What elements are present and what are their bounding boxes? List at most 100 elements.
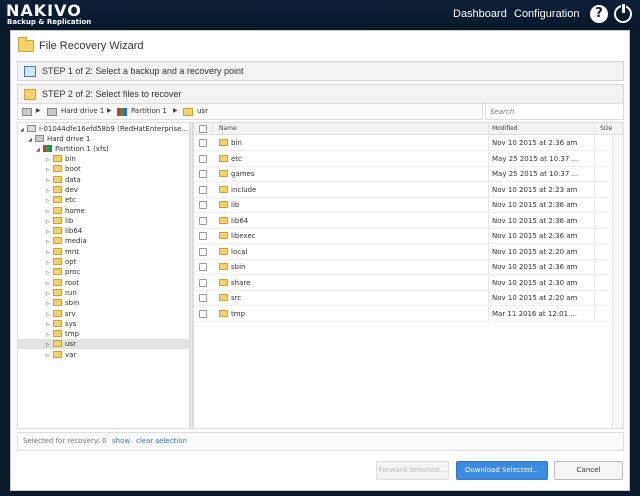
tree-folder-proc[interactable]: ▷ proc [18, 267, 189, 277]
row-checkbox[interactable] [199, 170, 207, 178]
folder-icon [53, 258, 62, 265]
file-name: etc [231, 154, 242, 163]
file-modified: Nov 10 2015 at 2:20 am [492, 294, 578, 302]
tree-folder-label: data [65, 175, 81, 184]
column-size[interactable]: Size [600, 125, 612, 132]
table-row[interactable]: sbin Nov 10 2015 at 2:36 am [194, 260, 623, 275]
table-row[interactable]: local Nov 10 2015 at 2:20 am [194, 244, 623, 260]
row-checkbox[interactable] [199, 294, 207, 302]
tree-folder-media[interactable]: ▷ media [18, 236, 189, 246]
dialog-title: File Recovery Wizard [39, 40, 144, 52]
search-input[interactable] [486, 104, 623, 119]
table-row[interactable]: lib64 Nov 10 2015 at 2:36 am [194, 213, 623, 229]
folder-icon [24, 89, 36, 100]
folder-icon [53, 216, 62, 224]
download-selected-button[interactable]: Download Selected... [456, 461, 548, 480]
tree-partition[interactable]: ◢ Partition 1 (xfs) [36, 144, 109, 154]
folder-icon [219, 247, 228, 255]
row-checkbox[interactable] [199, 185, 207, 194]
file-modified: Nov 10 2015 at 2:30 am [492, 278, 578, 287]
row-checkbox[interactable] [199, 263, 207, 271]
table-row[interactable]: etc May 25 2015 at 10:37 ... [194, 151, 623, 167]
file-modified: Nov 10 2015 at 2:36 am [492, 216, 578, 225]
tree-folder-sys[interactable]: ▷ sys [18, 319, 189, 329]
breadcrumb-item-hard-drive[interactable]: Hard drive 1 [61, 107, 104, 115]
tree-folder-root[interactable]: ▷ root [18, 278, 189, 288]
folder-icon [53, 288, 62, 296]
row-checkbox[interactable] [199, 139, 207, 147]
nav-configuration[interactable]: Configuration [514, 8, 579, 20]
tree-folder-home[interactable]: ▷ home [18, 206, 189, 216]
table-row[interactable]: share Nov 10 2015 at 2:30 am [194, 275, 623, 291]
selection-footer: Selected for recovery: 0 show clear sele… [17, 432, 624, 451]
list-scrollbar[interactable] [612, 135, 623, 428]
tree-folder-mnt[interactable]: ▷ mnt [18, 247, 189, 257]
row-checkbox[interactable] [199, 216, 207, 225]
tree-folder-opt[interactable]: ▷ opt [18, 257, 189, 267]
breadcrumb-item-usr[interactable]: usr [197, 107, 208, 115]
breadcrumb-item-partition[interactable]: Partition 1 [131, 107, 167, 115]
folder-icon [53, 278, 62, 286]
vm-icon [27, 125, 36, 132]
row-checkbox[interactable] [199, 309, 207, 318]
tree-folder-label: home [65, 206, 85, 215]
server-icon [24, 66, 36, 77]
tree-folder-sbin[interactable]: ▷ sbin [18, 298, 189, 308]
tree-folder-bin[interactable]: ▷ bin [18, 154, 189, 164]
file-name: lib [231, 201, 240, 209]
tree-folder-usr[interactable]: ▷ usr [18, 339, 189, 350]
table-row[interactable]: tmp Mar 11 2016 at 12:01 ... [194, 306, 623, 322]
tree-folder-data[interactable]: ▷ data [18, 175, 189, 185]
table-row[interactable]: src Nov 10 2015 at 2:20 am [194, 291, 623, 306]
question-circle-icon[interactable]: ? [590, 5, 608, 23]
cancel-button[interactable]: Cancel [554, 461, 623, 480]
column-name[interactable]: Name [219, 125, 237, 132]
table-row[interactable]: include Nov 10 2015 at 2:23 am [194, 182, 623, 198]
tree-folder-lib64[interactable]: ▷ lib64 [18, 226, 189, 236]
folder-icon [53, 155, 62, 162]
forward-selected-button[interactable]: Forward Selected... [376, 461, 449, 480]
nav-dashboard[interactable]: Dashboard [453, 8, 507, 20]
collapse-icon[interactable]: ◢ [20, 125, 27, 135]
folder-icon [53, 309, 62, 317]
row-checkbox[interactable] [199, 232, 207, 240]
folder-tree[interactable]: ◢ i-01044dfe16efd58b9 (RedHatEnterprise..… [17, 122, 190, 429]
row-checkbox[interactable] [199, 201, 207, 209]
row-checkbox[interactable] [199, 278, 207, 287]
tree-folder-lib[interactable]: ▷ lib [18, 216, 189, 226]
table-row[interactable]: games May 25 2015 at 10:37 ... [194, 167, 623, 182]
search-field[interactable] [485, 103, 624, 120]
tree-drive[interactable]: ◢ Hard drive 1 [28, 134, 90, 144]
tree-root[interactable]: ◢ i-01044dfe16efd58b9 (RedHatEnterprise..… [20, 124, 188, 134]
tree-folder-srv[interactable]: ▷ srv [18, 309, 189, 319]
folder-icon [219, 309, 228, 317]
tree-folder-tmp[interactable]: ▷ tmp [18, 329, 189, 339]
tree-folder-dev[interactable]: ▷ dev [18, 185, 189, 195]
step-1-header[interactable]: STEP 1 of 2: Select a backup and a recov… [17, 61, 624, 81]
tree-folder-var[interactable]: ▷ var [18, 350, 189, 360]
row-checkbox[interactable] [199, 154, 207, 163]
file-modified: Nov 10 2015 at 2:36 am [492, 263, 578, 271]
folder-icon [53, 196, 62, 204]
step-2-header[interactable]: STEP 2 of 2: Select files to recover [17, 84, 624, 104]
folder-icon [53, 185, 62, 193]
table-row[interactable]: bin Nov 10 2015 at 2:36 am [194, 136, 623, 151]
show-link[interactable]: show [112, 437, 130, 445]
folder-icon [219, 216, 228, 224]
tree-folder-label: opt [65, 258, 77, 266]
clear-selection-link[interactable]: clear selection [136, 437, 187, 445]
expand-icon[interactable]: ▷ [46, 351, 53, 361]
tree-folder-boot[interactable]: ▷ boot [18, 164, 189, 174]
tree-folder-label: run [65, 288, 77, 297]
column-modified[interactable]: Modified [492, 125, 518, 132]
select-all-checkbox[interactable] [199, 125, 207, 133]
tree-folder-etc[interactable]: ▷ etc [18, 195, 189, 205]
file-modified: Nov 10 2015 at 2:36 am [492, 232, 578, 240]
table-row[interactable]: libexec Nov 10 2015 at 2:36 am [194, 229, 623, 244]
power-icon[interactable] [614, 3, 632, 23]
tree-folder-run[interactable]: ▷ run [18, 288, 189, 298]
table-row[interactable]: lib Nov 10 2015 at 2:36 am [194, 198, 623, 213]
row-checkbox[interactable] [199, 247, 207, 256]
collapse-icon[interactable]: ◢ [28, 135, 35, 145]
computer-icon[interactable] [22, 108, 32, 116]
